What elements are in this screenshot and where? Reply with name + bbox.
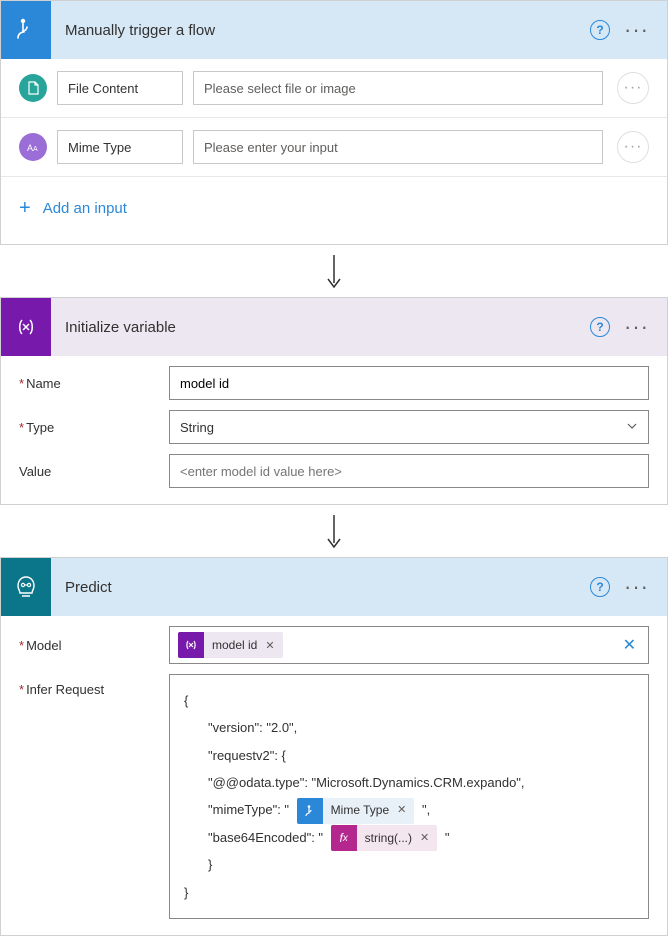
infer-request-field[interactable]: { "version": "2.0", "requestv2": { "@@od…: [169, 674, 649, 919]
token-text: model id: [204, 638, 265, 652]
input-row: File Content Please select file or image…: [1, 59, 667, 118]
help-icon[interactable]: ?: [590, 317, 610, 337]
trigger-body: File Content Please select file or image…: [1, 59, 667, 244]
name-input[interactable]: [169, 366, 649, 400]
infer-label: Infer Request: [19, 674, 169, 697]
variable-body: Name Type String Value: [1, 356, 667, 504]
variable-card: Initialize variable ? ··· Name Type Stri…: [0, 297, 668, 505]
remove-token-icon[interactable]: ✕: [397, 799, 414, 822]
row-more-icon[interactable]: ···: [617, 131, 649, 163]
type-select[interactable]: String: [169, 410, 649, 444]
input-value[interactable]: Please select file or image: [193, 71, 603, 105]
fx-icon: fx: [331, 825, 357, 851]
token-text: string(...): [357, 826, 420, 851]
trigger-token-icon: [297, 798, 323, 824]
plus-icon: +: [19, 197, 31, 220]
input-label[interactable]: File Content: [57, 71, 183, 105]
mime-type-token[interactable]: Mime Type ✕: [297, 798, 415, 824]
type-label: Type: [19, 420, 169, 435]
variable-icon: [1, 298, 51, 356]
value-label: Value: [19, 464, 169, 479]
row-more-icon[interactable]: ···: [617, 72, 649, 104]
connector-arrow: [0, 505, 668, 557]
model-field[interactable]: model id ✕ ✕: [169, 626, 649, 664]
help-icon[interactable]: ?: [590, 20, 610, 40]
trigger-card: Manually trigger a flow ? ··· File Conte…: [0, 0, 668, 245]
trigger-icon: [1, 1, 51, 59]
type-value: String: [180, 420, 214, 435]
text-icon: AA: [19, 133, 47, 161]
predict-card: Predict ? ··· Model model id ✕ ✕ Infer R…: [0, 557, 668, 936]
predict-body: Model model id ✕ ✕ Infer Request { "vers…: [1, 616, 667, 935]
predict-header[interactable]: Predict ? ···: [1, 558, 667, 616]
trigger-header[interactable]: Manually trigger a flow ? ···: [1, 1, 667, 59]
file-icon: [19, 74, 47, 102]
connector-arrow: [0, 245, 668, 297]
input-value[interactable]: Please enter your input: [193, 130, 603, 164]
variable-header[interactable]: Initialize variable ? ···: [1, 298, 667, 356]
help-icon[interactable]: ?: [590, 577, 610, 597]
model-label: Model: [19, 638, 169, 653]
chevron-down-icon: [626, 420, 638, 435]
model-token[interactable]: model id ✕: [178, 632, 283, 658]
clear-field-icon[interactable]: ✕: [619, 635, 640, 655]
add-input-label: Add an input: [43, 200, 127, 217]
expression-token[interactable]: fx string(...) ✕: [331, 825, 438, 851]
token-text: Mime Type: [323, 798, 397, 823]
add-input-button[interactable]: + Add an input: [1, 177, 667, 244]
trigger-title: Manually trigger a flow: [51, 22, 590, 39]
variable-token-icon: [178, 632, 204, 658]
predict-icon: [1, 558, 51, 616]
input-label[interactable]: Mime Type: [57, 130, 183, 164]
value-input[interactable]: [169, 454, 649, 488]
predict-title: Predict: [51, 579, 590, 596]
name-label: Name: [19, 376, 169, 391]
remove-token-icon[interactable]: ✕: [265, 639, 282, 652]
remove-token-icon[interactable]: ✕: [420, 827, 437, 850]
variable-title: Initialize variable: [51, 319, 590, 336]
svg-text:A: A: [33, 146, 38, 153]
input-row: AA Mime Type Please enter your input ···: [1, 118, 667, 177]
